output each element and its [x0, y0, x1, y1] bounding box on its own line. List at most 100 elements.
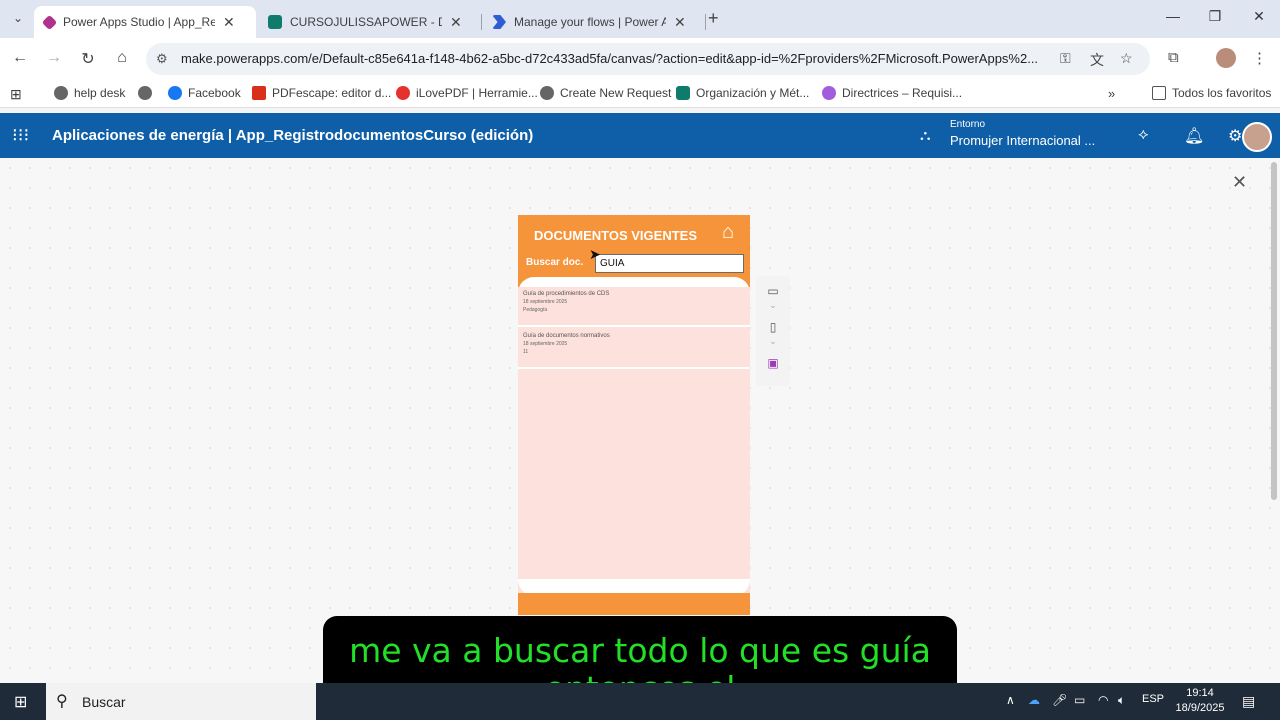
microphone-icon[interactable]: 🎤︎ — [1052, 693, 1067, 707]
bookmark-label: PDFescape: editor d... — [272, 86, 392, 100]
bookmark-label: Organización y Mét... — [696, 86, 810, 100]
sharepoint-icon — [268, 15, 282, 29]
pdfescape-icon — [252, 86, 266, 100]
mouse-cursor-icon: ➤ — [589, 246, 601, 262]
all-favorites-folder[interactable]: Todos los favoritos — [1152, 86, 1271, 100]
browser-toolbar: ← → ↻ ⌂ ⚙ make.powerapps.com/e/Default-c… — [0, 38, 1280, 80]
close-tab-icon[interactable]: ✕ — [674, 14, 686, 31]
device-view-toolbar: ▭ ⌄ ▯ ⌄ ▣ — [756, 276, 790, 386]
document-date: 18 septiembre 2025 — [523, 341, 568, 347]
app-launcher-icon[interactable]: ⁝⁝⁝ — [12, 125, 29, 146]
search-input[interactable] — [595, 254, 744, 273]
home-icon[interactable]: ⌂ — [722, 221, 734, 244]
power-apps-header: ⁝⁝⁝ Aplicaciones de energía | App_Regist… — [0, 113, 1280, 158]
settings-icon[interactable]: ⚙ — [1228, 126, 1242, 146]
bookmark-organizacion[interactable]: Organización y Mét... — [676, 86, 809, 100]
chevron-down-icon[interactable]: ⌄ — [756, 336, 790, 347]
tab-manage-flows[interactable]: Manage your flows | Power Aut ✕ — [482, 6, 704, 38]
clock-date: 18/9/2025 — [1175, 702, 1225, 714]
close-preview-icon[interactable]: ✕ — [1232, 172, 1247, 193]
vertical-scrollbar[interactable] — [1271, 162, 1277, 500]
tray-expand-icon[interactable]: ∧ — [1006, 693, 1015, 707]
document-list-item[interactable]: Guía de procedimientos de CDS 18 septiem… — [518, 287, 750, 327]
bookmarks-bar: ⊞ help desk Facebook PDFescape: editor d… — [0, 80, 1280, 108]
tab-strip: ⌄ Power Apps Studio | App_Reg ✕ CURSOJUL… — [0, 0, 1280, 38]
tab-title: Power Apps Studio | App_Reg — [63, 15, 215, 29]
app-icon[interactable]: ▣ — [756, 356, 790, 370]
document-category: Pedagogía — [523, 307, 548, 313]
document-list-item[interactable]: Guía de documentos normativos 18 septiem… — [518, 329, 750, 369]
address-bar[interactable]: ⚙ make.powerapps.com/e/Default-c85e641a-… — [146, 43, 1150, 75]
power-apps-icon — [41, 14, 58, 30]
bookmark-label: Create New Request — [560, 86, 672, 100]
tab-curso[interactable]: CURSOJULISSAPOWER - Docu ✕ — [258, 6, 480, 38]
volume-icon[interactable]: 🔈︎ — [1118, 693, 1125, 708]
bookmark-label: iLovePDF | Herramie... — [416, 86, 538, 100]
tab-title: CURSOJULISSAPOWER - Docu — [290, 15, 442, 29]
notifications-bell-icon[interactable]: 🔔︎ — [1184, 126, 1204, 146]
taskbar-search-label: Buscar — [82, 694, 126, 710]
input-language[interactable]: ESP — [1142, 693, 1164, 705]
globe-icon — [54, 86, 68, 100]
more-bookmarks-icon[interactable]: » — [1108, 86, 1115, 101]
app-footer — [518, 593, 750, 615]
onedrive-icon[interactable]: ☁ — [1028, 693, 1040, 707]
battery-icon[interactable]: ▭ — [1074, 693, 1085, 707]
user-avatar[interactable] — [1242, 122, 1272, 152]
new-tab-icon[interactable]: + — [708, 8, 719, 29]
app-screen-title: DOCUMENTOS VIGENTES — [534, 228, 698, 243]
minimize-icon[interactable]: — — [1158, 8, 1188, 24]
back-icon[interactable]: ← — [10, 49, 30, 67]
window-close-icon[interactable]: ✕ — [1244, 8, 1274, 25]
close-tab-icon[interactable]: ✕ — [223, 14, 235, 31]
chevron-down-icon[interactable]: ⌄ — [756, 300, 790, 311]
bookmark-facebook[interactable]: Facebook — [168, 86, 241, 100]
tablet-view-icon[interactable]: ▭ — [756, 284, 790, 298]
restore-icon[interactable]: ❐ — [1200, 8, 1230, 25]
all-favorites-label: Todos los favoritos — [1172, 86, 1272, 100]
environment-name[interactable]: Promujer Internacional ... — [950, 133, 1095, 148]
subtitle-line-1: me va a buscar todo lo que es guía — [349, 631, 931, 670]
phone-view-icon[interactable]: ▯ — [756, 320, 790, 334]
bookmark-label: Directrices – Requisi... — [842, 86, 963, 100]
bookmark-pdfescape[interactable]: PDFescape: editor d... — [252, 86, 391, 100]
close-tab-icon[interactable]: ✕ — [450, 14, 462, 31]
apps-grid-icon[interactable]: ⊞ — [10, 86, 22, 103]
figma-icon — [822, 86, 836, 100]
bookmark-label: Facebook — [188, 86, 241, 100]
home-icon[interactable]: ⌂ — [112, 49, 132, 67]
environment-icon: ⛬ — [920, 127, 931, 144]
bookmark-create-request[interactable]: Create New Request — [540, 86, 671, 100]
system-clock[interactable]: 19:14 18/9/2025 — [1170, 686, 1230, 716]
notifications-icon[interactable]: ▤ — [1242, 693, 1255, 710]
tab-power-apps-studio[interactable]: Power Apps Studio | App_Reg ✕ — [34, 6, 256, 38]
windows-start-icon[interactable]: ⊞ — [14, 692, 27, 712]
tab-search-chevron-icon[interactable]: ⌄ — [8, 8, 28, 28]
reload-icon[interactable]: ↻ — [78, 49, 98, 69]
menu-dots-icon[interactable]: ⋮ — [1252, 49, 1267, 67]
site-info-icon[interactable]: ⚙ — [156, 51, 168, 67]
extensions-icon[interactable]: ⧉ — [1168, 49, 1179, 66]
tab-title: Manage your flows | Power Aut — [514, 15, 666, 29]
globe-icon — [540, 86, 554, 100]
environment-label: Entorno — [950, 119, 986, 130]
wifi-icon[interactable]: ◠ — [1098, 693, 1108, 707]
taskbar-search[interactable]: ⚲ Buscar — [46, 683, 316, 720]
profile-avatar[interactable] — [1216, 48, 1236, 68]
forward-icon[interactable]: → — [44, 49, 64, 67]
app-title: Aplicaciones de energía | App_Registrodo… — [52, 127, 534, 144]
power-automate-icon — [492, 15, 506, 29]
windows-taskbar: ⊞ ⚲ Buscar ∧ ☁ 🎤︎ ▭ ◠ 🔈︎ ESP 19:14 18/9/… — [0, 683, 1280, 720]
bookmark-star-icon[interactable]: ☆ — [1120, 50, 1133, 67]
search-label: Buscar doc. — [526, 257, 584, 268]
phone-app-preview: DOCUMENTOS VIGENTES ⌂ Buscar doc. Guía d… — [518, 215, 750, 615]
translate-icon[interactable]: 文 — [1090, 50, 1104, 70]
bookmark-help-desk[interactable]: help desk — [54, 86, 125, 100]
copilot-icon[interactable]: ⟡ — [1138, 126, 1149, 144]
bookmark-globe[interactable] — [138, 86, 158, 100]
bookmark-ilovepdf[interactable]: iLovePDF | Herramie... — [396, 86, 538, 100]
bookmark-directrices[interactable]: Directrices – Requisi... — [822, 86, 962, 100]
bookmark-label: help desk — [74, 86, 126, 100]
password-key-icon[interactable]: ⚿ — [1060, 50, 1071, 67]
url-text[interactable]: make.powerapps.com/e/Default-c85e641a-f1… — [181, 51, 1051, 66]
